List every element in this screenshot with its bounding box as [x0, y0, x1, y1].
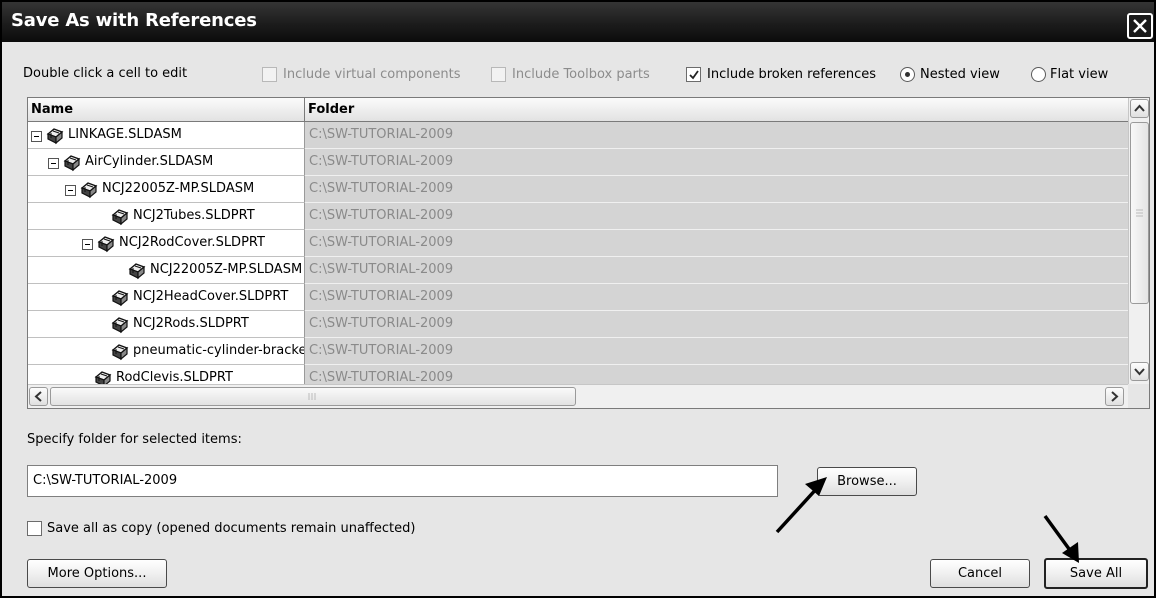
arrow-to-save-all-icon — [1043, 514, 1079, 563]
arrow-to-browse-icon — [775, 477, 827, 534]
save-as-dialog: Save As with References Double click a c… — [0, 0, 1156, 598]
annotation-arrows — [775, 477, 1079, 563]
